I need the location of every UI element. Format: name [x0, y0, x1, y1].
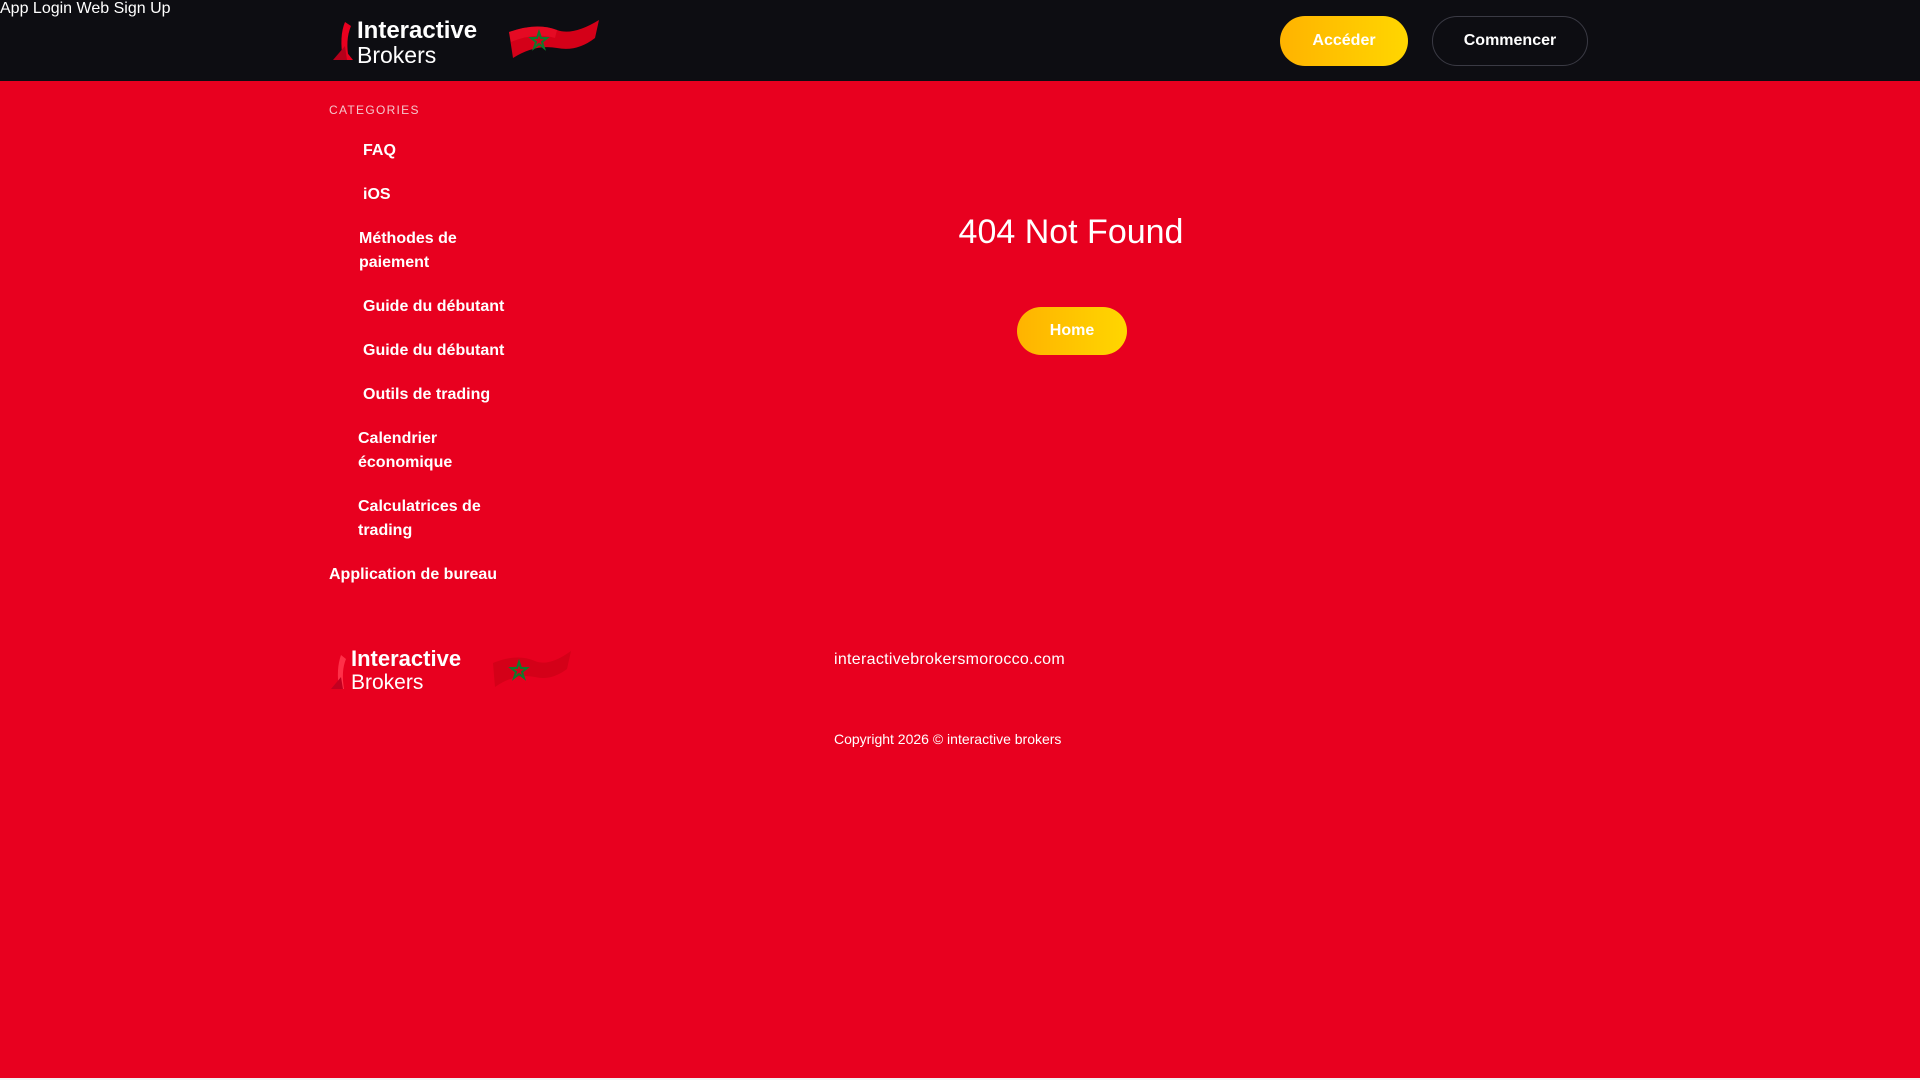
footer-logo-line2: Brokers [351, 671, 423, 693]
footer-domain-link[interactable]: interactivebrokersmorocco.com [834, 651, 1065, 669]
acceder-button[interactable]: Accéder [1280, 16, 1408, 66]
nav-login[interactable]: Login [33, 0, 72, 17]
category-outils-trading[interactable]: Outils de trading [363, 383, 490, 407]
footer-logo-line1: Interactive [351, 646, 461, 671]
category-ios[interactable]: iOS [363, 183, 391, 207]
nav-sign-up[interactable]: Sign Up [114, 0, 171, 17]
interactive-brokers-logo-icon [333, 22, 353, 60]
footer-logo[interactable]: Interactive Brokers [329, 645, 574, 693]
commencer-button[interactable]: Commencer [1432, 16, 1588, 66]
category-application-bureau[interactable]: Application de bureau [329, 563, 497, 587]
brand-logo[interactable]: Interactive Brokers [331, 16, 601, 66]
logo-line2: Brokers [357, 42, 436, 66]
page-title: 404 Not Found [958, 213, 1184, 251]
footer-copyright: Copyright 2026 © interactive brokers [834, 731, 1062, 747]
categories-heading: CATEGORIES [329, 103, 420, 117]
nav-app[interactable]: App [0, 0, 28, 17]
category-calculatrices-trading[interactable]: Calculatrices de trading [358, 495, 498, 543]
category-methodes-paiement[interactable]: Méthodes de paiement [359, 227, 489, 275]
logo-line1: Interactive [357, 17, 477, 44]
nav-web[interactable]: Web [77, 0, 110, 17]
category-guide-debutant-1[interactable]: Guide du débutant [363, 295, 504, 319]
category-calendrier-economique[interactable]: Calendrier économique [358, 427, 488, 475]
interactive-brokers-logo-icon [331, 655, 346, 689]
home-button[interactable]: Home [1017, 307, 1127, 355]
category-guide-debutant-2[interactable]: Guide du débutant [363, 339, 504, 363]
morocco-flag-icon [509, 20, 599, 58]
morocco-flag-icon [493, 651, 571, 687]
category-faq[interactable]: FAQ [363, 139, 396, 163]
site-header: Interactive Brokers App Login Web Sign U… [0, 0, 1920, 81]
